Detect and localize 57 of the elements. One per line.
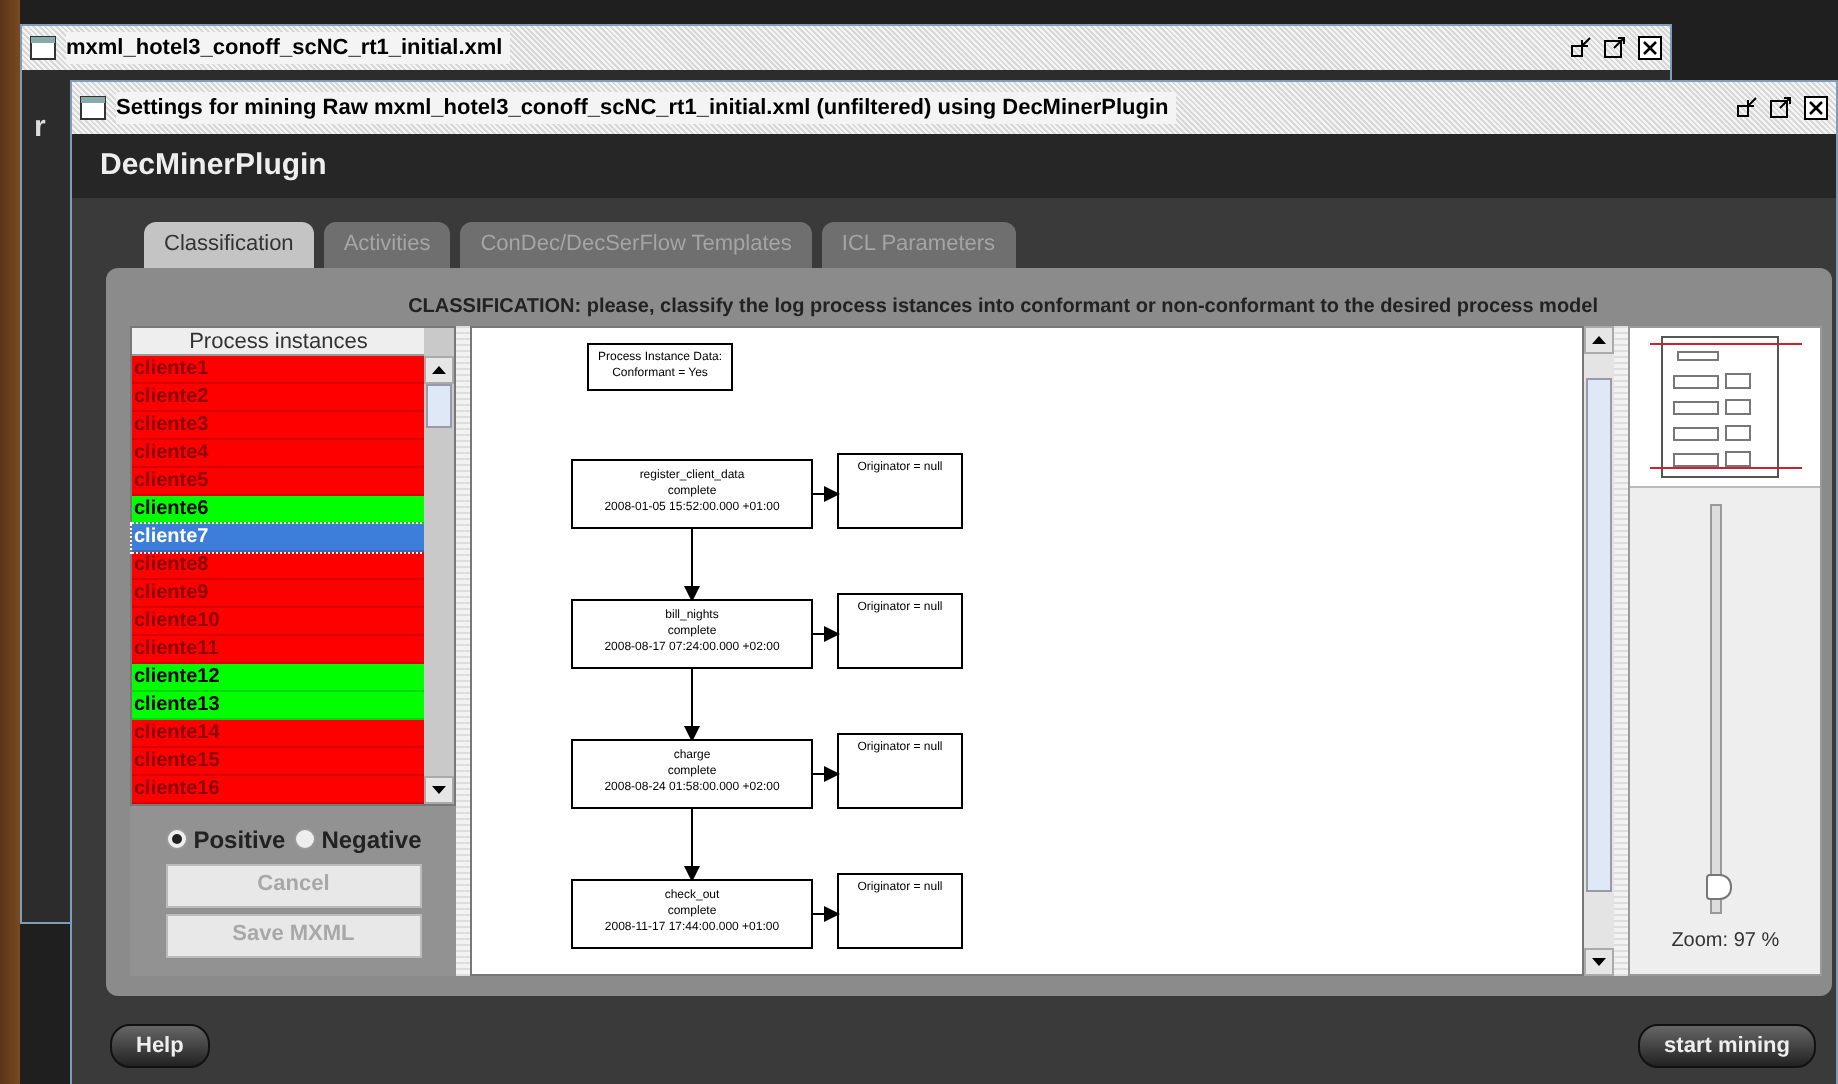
list-item[interactable]: cliente5 [132, 467, 425, 495]
list-item[interactable]: cliente10 [132, 607, 425, 635]
list-item[interactable]: cliente4 [132, 439, 425, 467]
originator-node [837, 872, 964, 948]
zoom-label: Zoom: 97 % [1671, 927, 1780, 955]
close-icon[interactable] [1638, 36, 1662, 60]
splitter[interactable] [456, 325, 471, 975]
arrow [811, 485, 841, 501]
column-header: Process instances [132, 327, 425, 355]
instruction-text: CLASSIFICATION: please, classify the log process istances into conformant or non-conformant to the desired process model [406, 293, 1600, 321]
scroll-down-icon[interactable] [1592, 957, 1607, 965]
arrow [811, 625, 841, 641]
arrow [811, 765, 841, 781]
list-item[interactable]: cliente1 [132, 355, 425, 383]
start-mining-button[interactable]: start mining [1638, 1023, 1816, 1068]
radio-button[interactable]: Positive [165, 821, 286, 857]
plugin-title: DecMinerPlugin [100, 145, 327, 186]
arrow [684, 526, 701, 601]
scroll-thumb[interactable] [1586, 377, 1613, 891]
arrow [811, 905, 841, 921]
window-title: Settings for mining Raw mxml_hotel3_conoff_scNC_rt1_initial.xml (unfiltered) using DecMinerPlugin [116, 91, 1177, 125]
list-item[interactable]: cliente7 [132, 523, 425, 551]
slider-thumb[interactable] [1705, 873, 1732, 900]
window-icon [30, 36, 56, 60]
list-item[interactable]: cliente14 [132, 719, 425, 747]
originator-node [837, 452, 964, 528]
scroll-down-icon[interactable] [432, 785, 447, 793]
tab[interactable]: Classification [144, 222, 314, 267]
close-icon[interactable] [1804, 96, 1828, 120]
originator-node [837, 592, 964, 668]
maximize-icon[interactable] [1604, 36, 1626, 58]
radio-button[interactable]: Negative [293, 821, 422, 857]
list-item[interactable]: cliente11 [132, 635, 425, 663]
maximize-icon[interactable] [1770, 96, 1792, 118]
scroll-up-icon[interactable] [432, 365, 447, 373]
arrow [684, 806, 701, 881]
help-button[interactable]: Help [110, 1023, 210, 1068]
window-text: r [34, 108, 46, 142]
list-item[interactable]: cliente13 [132, 691, 425, 719]
window-icon [80, 96, 106, 120]
minimize-icon[interactable] [1736, 96, 1758, 118]
arrow [684, 666, 701, 741]
scroll-thumb[interactable] [426, 383, 453, 427]
scrollbar[interactable] [424, 327, 455, 803]
scrollbar[interactable] [1584, 325, 1615, 975]
overview-drawing[interactable] [1649, 335, 1802, 479]
list-item[interactable]: cliente15 [132, 747, 425, 775]
list-item[interactable]: cliente3 [132, 411, 425, 439]
list-item[interactable]: cliente9 [132, 579, 425, 607]
scroll-up-icon[interactable] [1592, 335, 1607, 343]
list-item[interactable]: cliente6 [132, 495, 425, 523]
window-title: mxml_hotel3_conoff_scNC_rt1_initial.xml [66, 31, 511, 65]
list-item[interactable]: cliente2 [132, 383, 425, 411]
list-item[interactable]: cliente12 [132, 663, 425, 691]
minimize-icon[interactable] [1570, 36, 1592, 58]
list-item[interactable]: cliente16 [132, 775, 425, 803]
originator-node [837, 732, 964, 808]
